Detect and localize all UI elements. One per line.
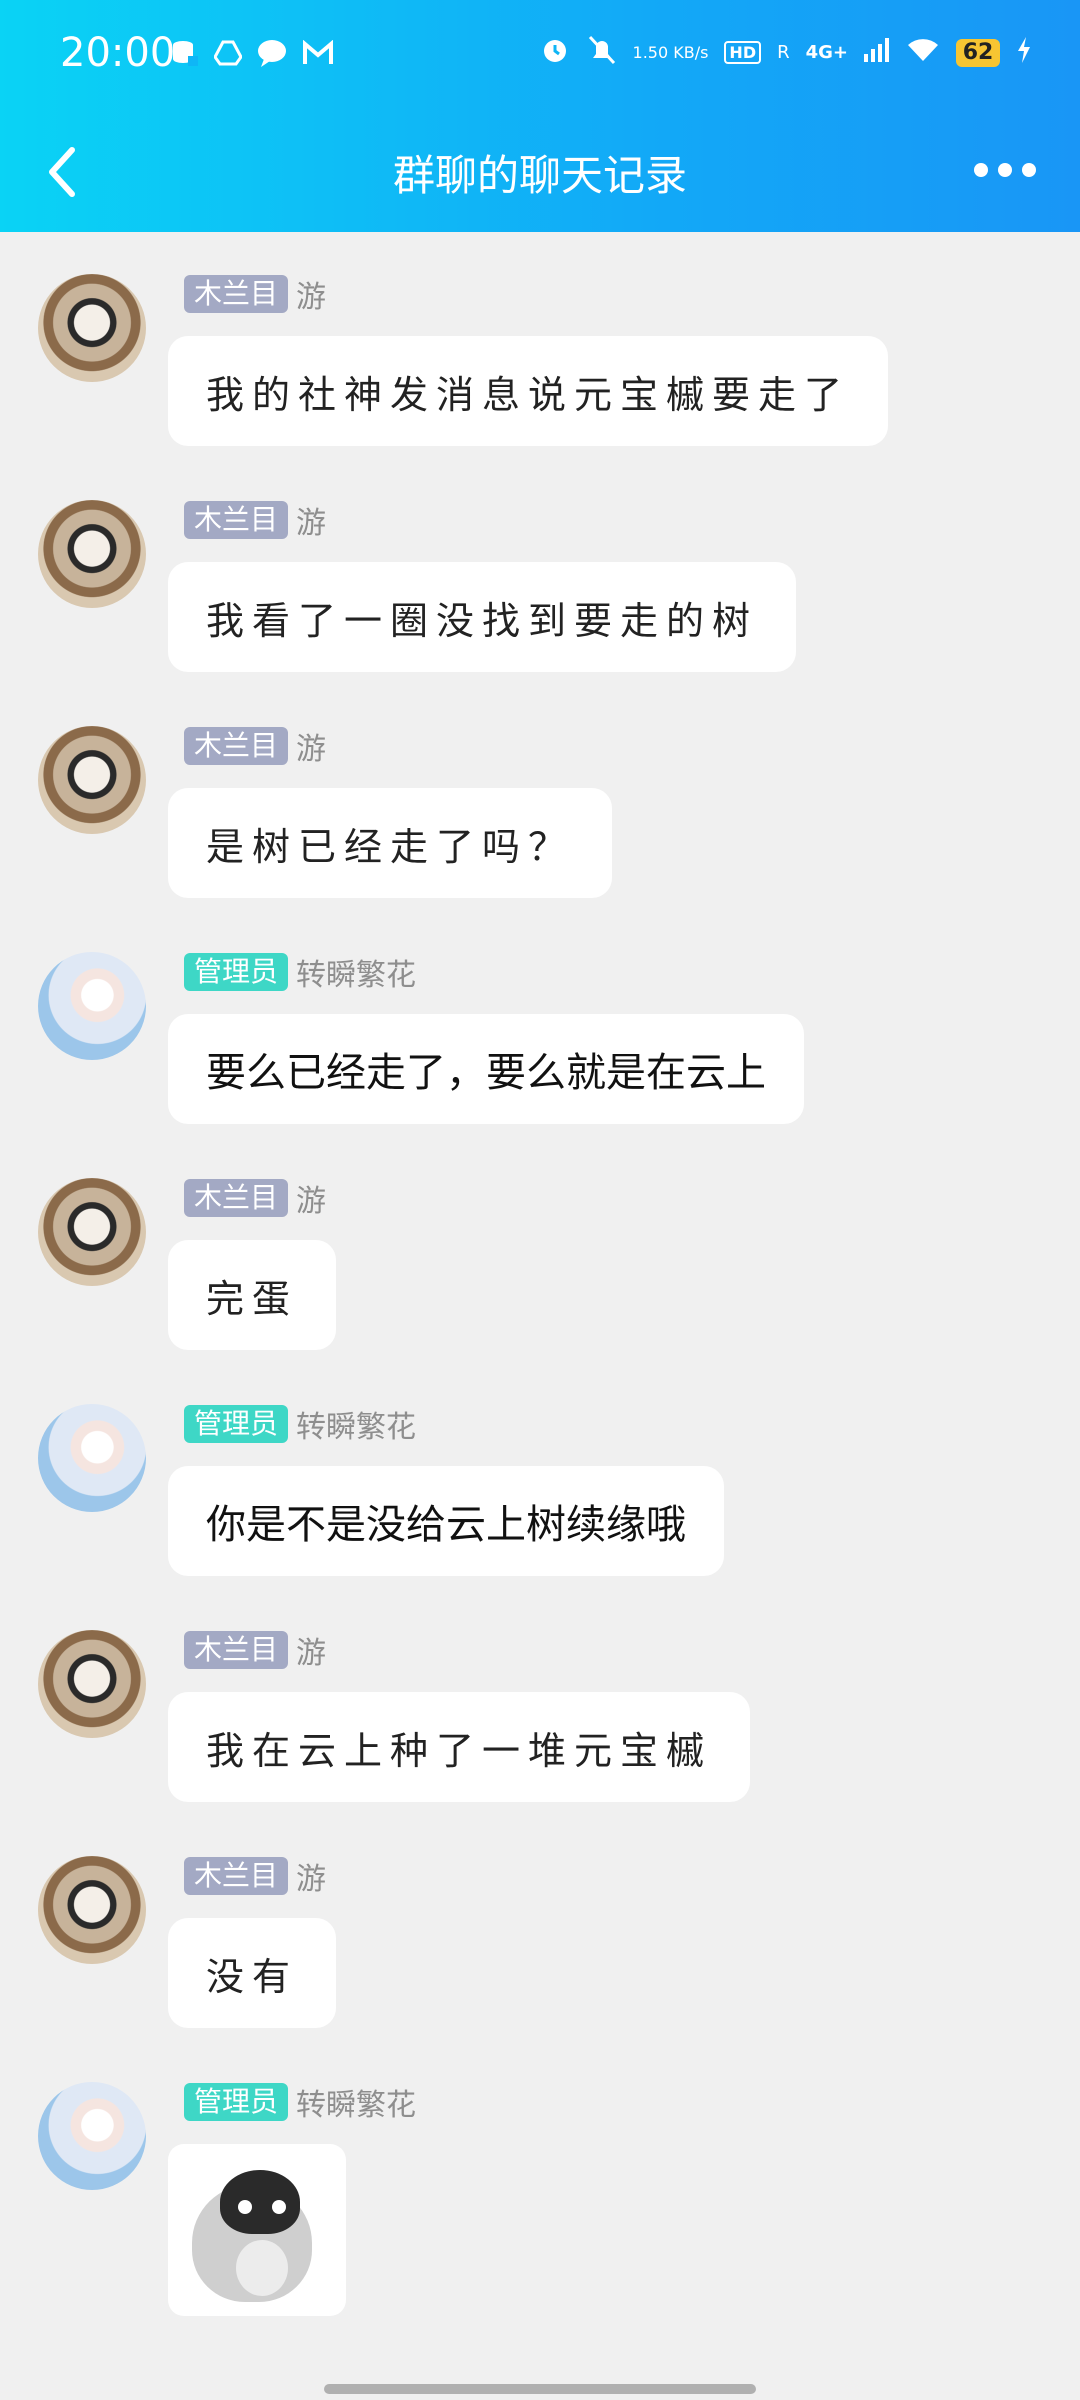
message-bubble[interactable]: 是树已经走了吗？ bbox=[168, 788, 613, 898]
avatar[interactable] bbox=[38, 726, 146, 834]
penguin-eye bbox=[272, 2200, 286, 2214]
sender-name: 游 bbox=[296, 1636, 327, 1671]
status-bar: 20:00 1.50 KB/s HD R 4G+ 62 bbox=[0, 0, 1080, 112]
status-time: 20:00 bbox=[60, 30, 176, 76]
roaming-indicator: R bbox=[777, 42, 790, 63]
sender-meta: 管理员 转瞬繁花 bbox=[184, 2082, 417, 2123]
sender-meta: 管理员 转瞬繁花 bbox=[184, 1404, 417, 1445]
message-bubble[interactable]: 我的社神发消息说元宝槭要走了 bbox=[168, 336, 889, 446]
member-badge: 木兰目 bbox=[184, 501, 289, 539]
avatar[interactable] bbox=[38, 2082, 146, 2190]
sender-meta: 木兰目 游 bbox=[184, 1630, 327, 1671]
penguin-sticker[interactable] bbox=[168, 2144, 346, 2316]
avatar[interactable] bbox=[38, 500, 146, 608]
sender-name: 游 bbox=[296, 732, 327, 767]
sender-meta: 木兰目 游 bbox=[184, 1856, 327, 1897]
gmail-icon bbox=[302, 39, 334, 70]
member-badge: 木兰目 bbox=[184, 1179, 289, 1217]
message-bubble[interactable]: 没有 bbox=[168, 1918, 337, 2028]
sender-meta: 木兰目 游 bbox=[184, 500, 327, 541]
drive-icon bbox=[213, 40, 243, 70]
app-header: 20:00 1.50 KB/s HD R 4G+ 62 群聊的聊天记录 bbox=[0, 0, 1080, 232]
avatar[interactable] bbox=[38, 1404, 146, 1512]
member-badge: 木兰目 bbox=[184, 727, 289, 765]
network-type: 4G+ bbox=[805, 42, 848, 63]
member-badge: 木兰目 bbox=[184, 1857, 289, 1895]
hd-badge: HD bbox=[724, 41, 762, 64]
sender-name: 游 bbox=[296, 1862, 327, 1897]
message-bubble[interactable]: 完蛋 bbox=[168, 1240, 337, 1350]
penguin-head bbox=[220, 2170, 300, 2234]
avatar[interactable] bbox=[38, 1856, 146, 1964]
signal-icon bbox=[864, 38, 890, 67]
message-bubble[interactable]: 要么已经走了，要么就是在云上 bbox=[168, 1014, 804, 1124]
sender-name: 游 bbox=[296, 1184, 327, 1219]
avatar[interactable] bbox=[38, 274, 146, 382]
status-left-icons bbox=[170, 38, 334, 72]
admin-badge: 管理员 bbox=[184, 2083, 289, 2121]
sender-meta: 木兰目 游 bbox=[184, 274, 327, 315]
alarm-icon bbox=[539, 34, 571, 71]
sender-name: 转瞬繁花 bbox=[296, 1410, 417, 1445]
battery-indicator: 62 bbox=[956, 38, 1000, 67]
avatar[interactable] bbox=[38, 1630, 146, 1738]
sender-meta: 木兰目 游 bbox=[184, 1178, 327, 1219]
home-indicator[interactable] bbox=[324, 2384, 756, 2394]
net-speed: 1.50 KB/s bbox=[632, 42, 709, 62]
message-bubble[interactable]: 我在云上种了一堆元宝槭 bbox=[168, 1692, 751, 1802]
avatar[interactable] bbox=[38, 1178, 146, 1286]
message-icon bbox=[256, 38, 288, 72]
sender-name: 转瞬繁花 bbox=[296, 2088, 417, 2123]
sender-name: 游 bbox=[296, 506, 327, 541]
penguin-eye bbox=[238, 2200, 252, 2214]
avatar[interactable] bbox=[38, 952, 146, 1060]
admin-badge: 管理员 bbox=[184, 953, 289, 991]
more-options-button[interactable] bbox=[970, 150, 1040, 190]
charging-icon bbox=[1016, 37, 1032, 68]
message-bubble[interactable]: 我看了一圈没找到要走的树 bbox=[168, 562, 797, 672]
admin-badge: 管理员 bbox=[184, 1405, 289, 1443]
sender-meta: 木兰目 游 bbox=[184, 726, 327, 767]
database-icon bbox=[170, 38, 200, 72]
nav-bar: 群聊的聊天记录 bbox=[0, 112, 1080, 232]
wifi-icon bbox=[906, 37, 940, 68]
penguin-belly bbox=[236, 2240, 288, 2296]
mute-bell-icon bbox=[587, 34, 617, 71]
page-title: 群聊的聊天记录 bbox=[392, 151, 687, 200]
sender-meta: 管理员 转瞬繁花 bbox=[184, 952, 417, 993]
more-dots-icon bbox=[974, 163, 1036, 177]
sender-name: 转瞬繁花 bbox=[296, 958, 417, 993]
message-bubble[interactable]: 你是不是没给云上树续缘哦 bbox=[168, 1466, 724, 1576]
member-badge: 木兰目 bbox=[184, 275, 289, 313]
status-right-icons: 1.50 KB/s HD R 4G+ 62 bbox=[539, 34, 1032, 71]
sender-name: 游 bbox=[296, 280, 327, 315]
member-badge: 木兰目 bbox=[184, 1631, 289, 1669]
